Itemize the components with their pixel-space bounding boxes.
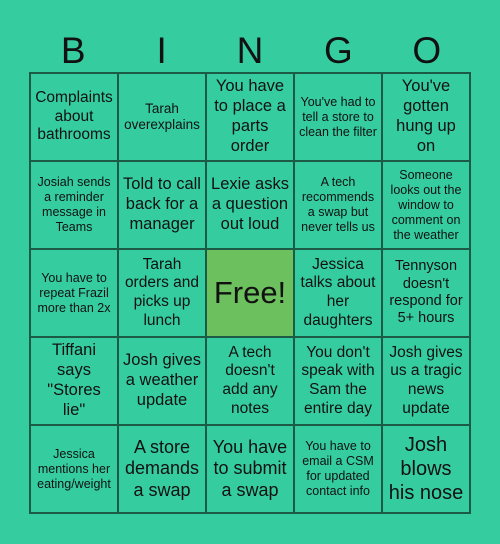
bingo-cell[interactable]: You have to place a parts order bbox=[206, 73, 294, 161]
header-letter-b: B bbox=[60, 30, 86, 71]
header-letter-i: I bbox=[156, 30, 167, 71]
header-letter-n: N bbox=[236, 30, 264, 71]
bingo-cell[interactable]: Tennyson doesn't respond for 5+ hours bbox=[382, 249, 470, 337]
bingo-cell[interactable]: Josh blows his nose bbox=[382, 425, 470, 513]
bingo-cell[interactable]: A tech doesn't add any notes bbox=[206, 337, 294, 425]
bingo-cell[interactable]: Tiffani says "Stores lie" bbox=[30, 337, 118, 425]
bingo-cell[interactable]: Josh gives a weather update bbox=[118, 337, 206, 425]
bingo-cell[interactable]: Josiah sends a reminder message in Teams bbox=[30, 161, 118, 249]
bingo-cell[interactable]: Jessica mentions her eating/weight bbox=[30, 425, 118, 513]
bingo-cell[interactable]: Told to call back for a manager bbox=[118, 161, 206, 249]
bingo-cell[interactable]: Tarah overexplains bbox=[118, 73, 206, 161]
free-space[interactable]: Free! bbox=[206, 249, 294, 337]
bingo-cell[interactable]: Lexie asks a question out loud bbox=[206, 161, 294, 249]
bingo-cell[interactable]: You have to submit a swap bbox=[206, 425, 294, 513]
bingo-board: Complaints about bathrooms Tarah overexp… bbox=[29, 72, 471, 514]
bingo-cell[interactable]: Complaints about bathrooms bbox=[30, 73, 118, 161]
bingo-cell[interactable]: Josh gives us a tragic news update bbox=[382, 337, 470, 425]
bingo-cell[interactable]: You don't speak with Sam the entire day bbox=[294, 337, 382, 425]
header-letter-g: G bbox=[324, 30, 353, 71]
bingo-cell[interactable]: Tarah orders and picks up lunch bbox=[118, 249, 206, 337]
bingo-cell[interactable]: You have to repeat Frazil more than 2x bbox=[30, 249, 118, 337]
bingo-cell[interactable]: Someone looks out the window to comment … bbox=[382, 161, 470, 249]
bingo-cell[interactable]: A tech recommends a swap but never tells… bbox=[294, 161, 382, 249]
bingo-cell[interactable]: You've gotten hung up on bbox=[382, 73, 470, 161]
bingo-cell[interactable]: You have to email a CSM for updated cont… bbox=[294, 425, 382, 513]
bingo-cell[interactable]: Jessica talks about her daughters bbox=[294, 249, 382, 337]
bingo-cell[interactable]: You've had to tell a store to clean the … bbox=[294, 73, 382, 161]
bingo-header: B I N G O bbox=[29, 30, 471, 72]
header-letter-o: O bbox=[412, 30, 442, 71]
bingo-cell[interactable]: A store demands a swap bbox=[118, 425, 206, 513]
